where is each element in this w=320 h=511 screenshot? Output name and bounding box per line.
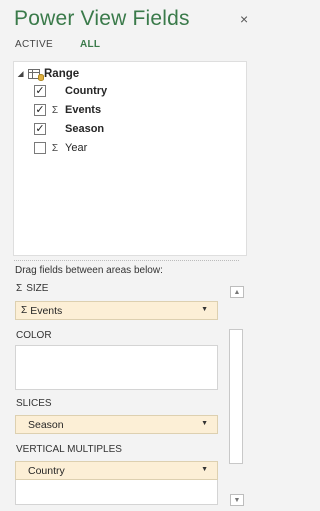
checkbox-country[interactable]: ✓ — [34, 85, 46, 97]
sigma-icon: Σ — [21, 305, 28, 316]
field-row-country[interactable]: ✓ Country — [34, 83, 107, 99]
scrollbar-track[interactable] — [229, 329, 243, 464]
field-list: ◢ Range ✓ Country ✓ Σ Events ✓ Season Σ … — [13, 61, 247, 256]
slices-field-label: Season — [28, 418, 64, 431]
drag-hint: Drag fields between areas below: — [15, 265, 163, 276]
close-icon[interactable]: × — [240, 11, 248, 27]
color-area-label: COLOR — [16, 330, 52, 341]
sigma-icon: Σ — [16, 283, 23, 294]
size-field-label: Events — [30, 304, 63, 317]
tab-all[interactable]: ALL — [80, 39, 100, 50]
vertical-multiples-field-label: Country — [28, 464, 65, 477]
slices-area-label: SLICES — [16, 398, 52, 409]
checkbox-season[interactable]: ✓ — [34, 123, 46, 135]
vertical-multiples-label: VERTICAL MULTIPLES — [16, 444, 122, 455]
checkbox-year[interactable] — [34, 142, 46, 154]
tree-root-range[interactable]: ◢ Range — [18, 66, 79, 82]
scroll-up-button[interactable]: ▲ — [230, 286, 244, 298]
field-label-year: Year — [65, 142, 88, 154]
table-name: Range — [44, 68, 80, 80]
dropdown-icon[interactable]: ▼ — [201, 466, 208, 473]
tab-active[interactable]: ACTIVE — [15, 39, 53, 50]
field-label-country: Country — [65, 85, 108, 97]
dropdown-icon[interactable]: ▼ — [201, 306, 208, 313]
field-label-events: Events — [65, 104, 102, 116]
panel-title: Power View Fields — [14, 7, 190, 30]
vertical-multiples-field-pill[interactable]: Country ▼ — [15, 461, 218, 480]
sigma-icon: Σ — [51, 104, 59, 116]
checkbox-events[interactable]: ✓ — [34, 104, 46, 116]
dropdown-icon[interactable]: ▼ — [201, 420, 208, 427]
field-label-season: Season — [65, 123, 105, 135]
table-icon — [28, 69, 44, 81]
size-area-label: Σ SIZE — [16, 283, 48, 294]
collapse-toggle-icon[interactable]: ◢ — [18, 70, 26, 78]
scroll-down-button[interactable]: ▼ — [230, 494, 244, 506]
divider — [14, 260, 239, 261]
size-label: SIZE — [26, 283, 49, 294]
slices-field-pill[interactable]: Season ▼ — [15, 415, 218, 434]
size-field-pill[interactable]: Σ Events ▼ — [15, 301, 218, 320]
field-row-year[interactable]: Σ Year — [34, 140, 87, 156]
color-drop-area[interactable] — [15, 345, 218, 390]
sigma-icon: Σ — [51, 142, 59, 154]
field-row-season[interactable]: ✓ Season — [34, 121, 104, 137]
field-row-events[interactable]: ✓ Σ Events — [34, 102, 101, 118]
